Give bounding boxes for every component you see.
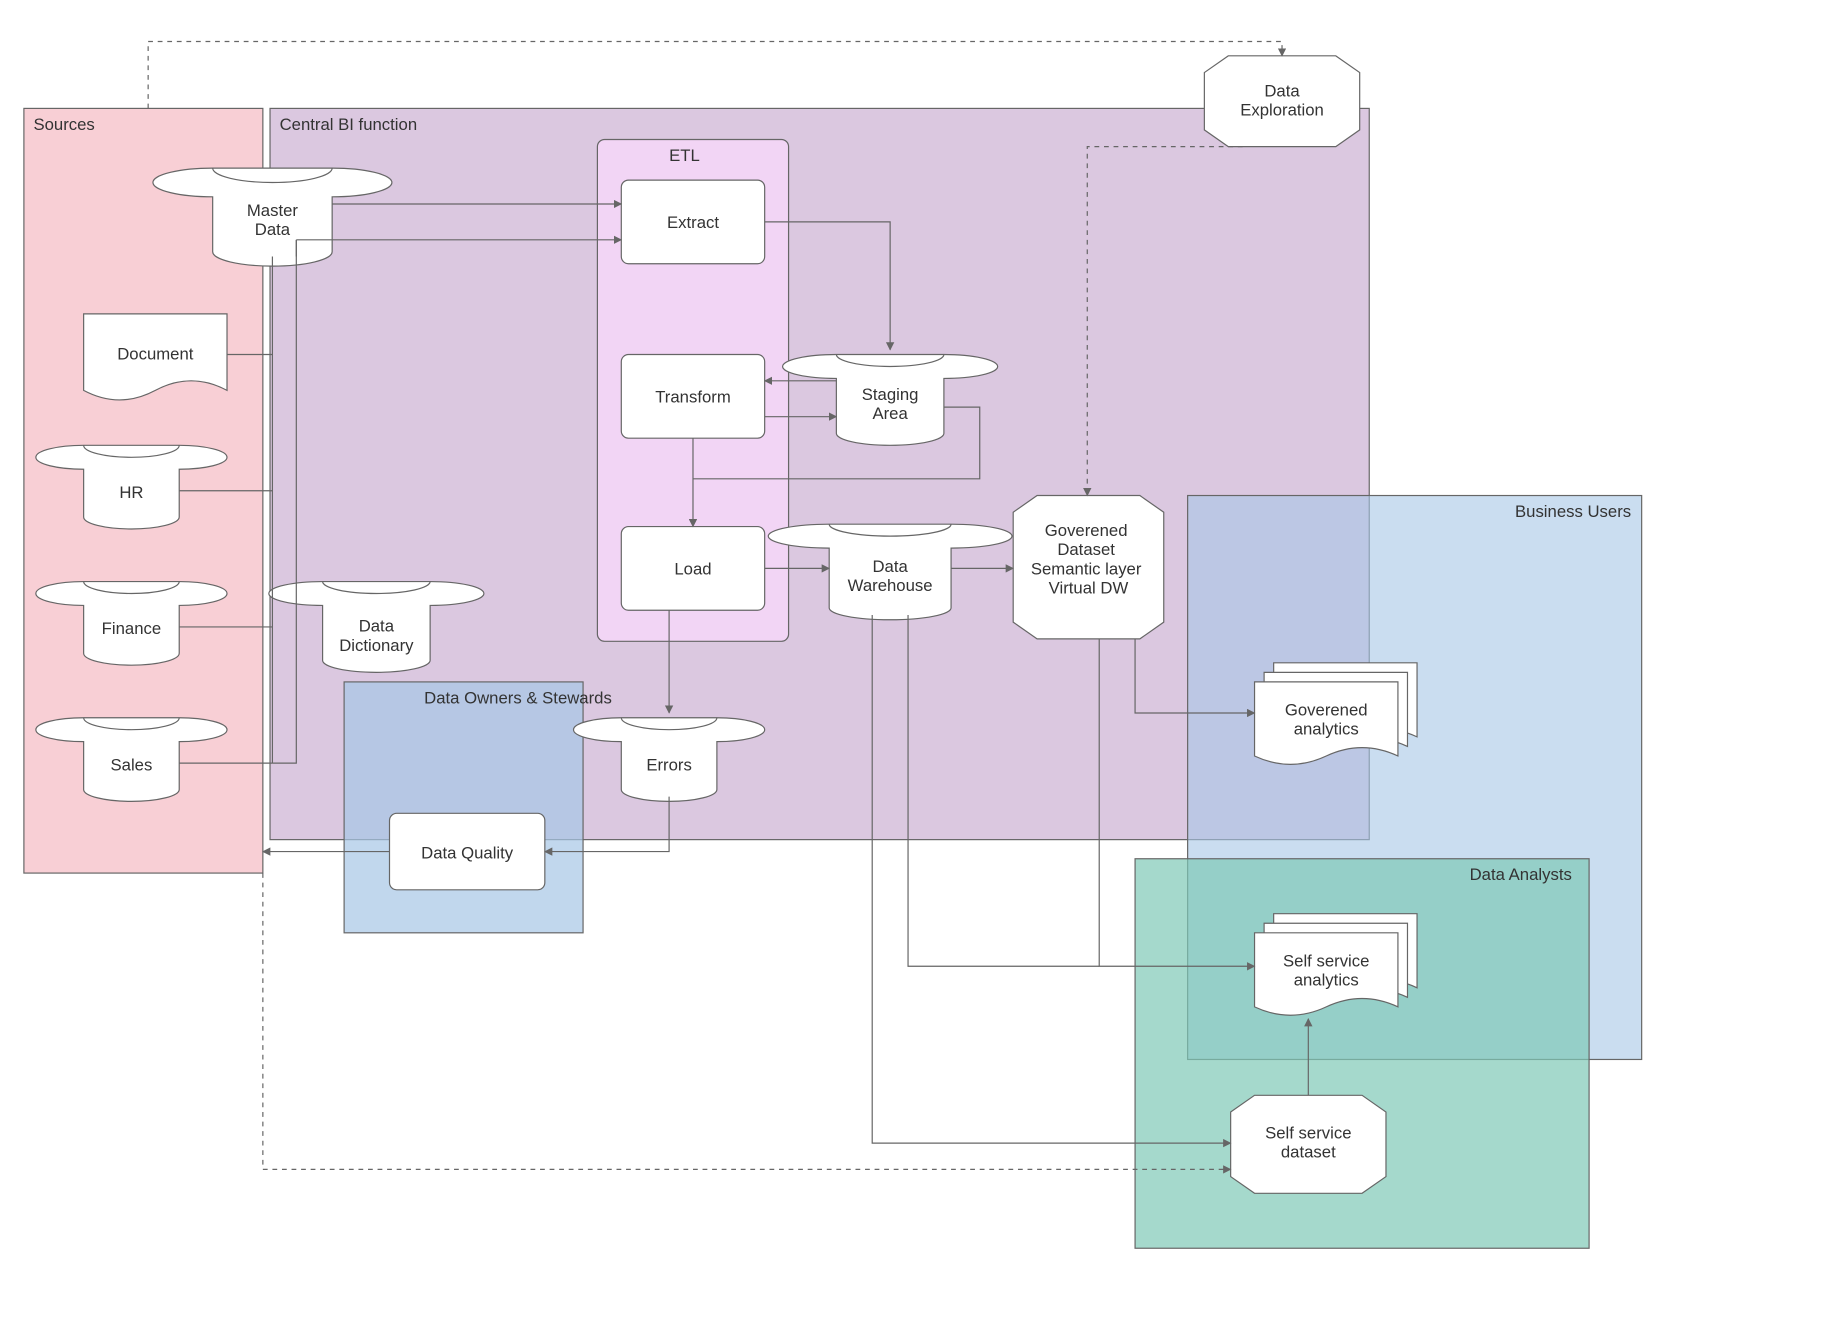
svg-text:Finance: Finance bbox=[102, 619, 161, 638]
svg-text:Transform: Transform bbox=[655, 387, 731, 406]
svg-text:Central BI function: Central BI function bbox=[280, 115, 418, 134]
svg-text:Goverenedanalytics: Goverenedanalytics bbox=[1285, 700, 1368, 738]
svg-text:Self serviceanalytics: Self serviceanalytics bbox=[1283, 951, 1369, 989]
svg-text:Business Users: Business Users bbox=[1515, 502, 1631, 521]
node-transform: Transform bbox=[621, 355, 764, 439]
svg-text:Data Analysts: Data Analysts bbox=[1470, 865, 1572, 884]
svg-text:Document: Document bbox=[117, 344, 194, 363]
svg-text:Extract: Extract bbox=[667, 213, 719, 232]
edge-sources-to-exploration bbox=[148, 41, 1282, 108]
svg-text:Errors: Errors bbox=[646, 755, 692, 774]
svg-text:Sales: Sales bbox=[111, 755, 153, 774]
node-load: Load bbox=[621, 527, 764, 611]
svg-text:Data Quality: Data Quality bbox=[421, 844, 514, 863]
region-data-owners: Data Owners & Stewards bbox=[344, 682, 612, 933]
diagram-canvas: Sources Central BI function ETL Data Own… bbox=[0, 0, 1840, 1322]
node-data-quality: Data Quality bbox=[390, 813, 545, 889]
svg-text:Sources: Sources bbox=[33, 115, 94, 134]
svg-text:Data Owners & Stewards: Data Owners & Stewards bbox=[424, 688, 612, 707]
svg-text:ETL: ETL bbox=[669, 146, 700, 165]
svg-text:HR: HR bbox=[119, 483, 143, 502]
node-extract: Extract bbox=[621, 180, 764, 264]
svg-text:Load: Load bbox=[674, 559, 711, 578]
